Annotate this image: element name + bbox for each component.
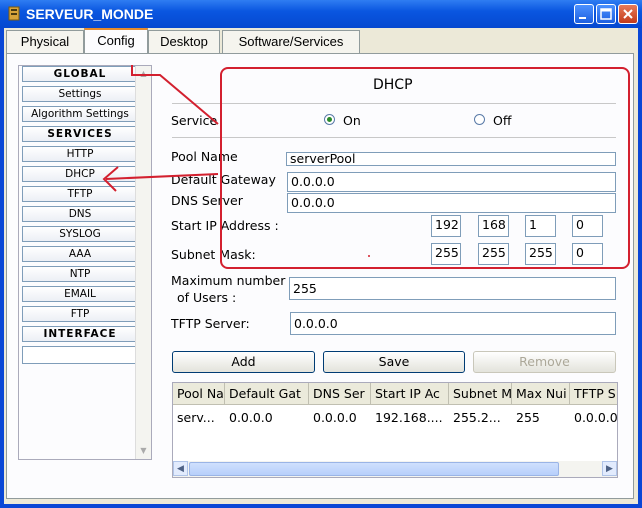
window-title: SERVEUR_MONDE	[26, 6, 154, 22]
title-bar: SERVEUR_MONDE	[0, 0, 642, 28]
close-button[interactable]	[618, 4, 638, 24]
maximize-button[interactable]	[596, 4, 616, 24]
annotation-arrows	[102, 65, 370, 257]
minimize-button[interactable]	[574, 4, 594, 24]
window-client: Physical Config Desktop Software/Service…	[4, 28, 638, 504]
app-icon	[6, 6, 22, 22]
